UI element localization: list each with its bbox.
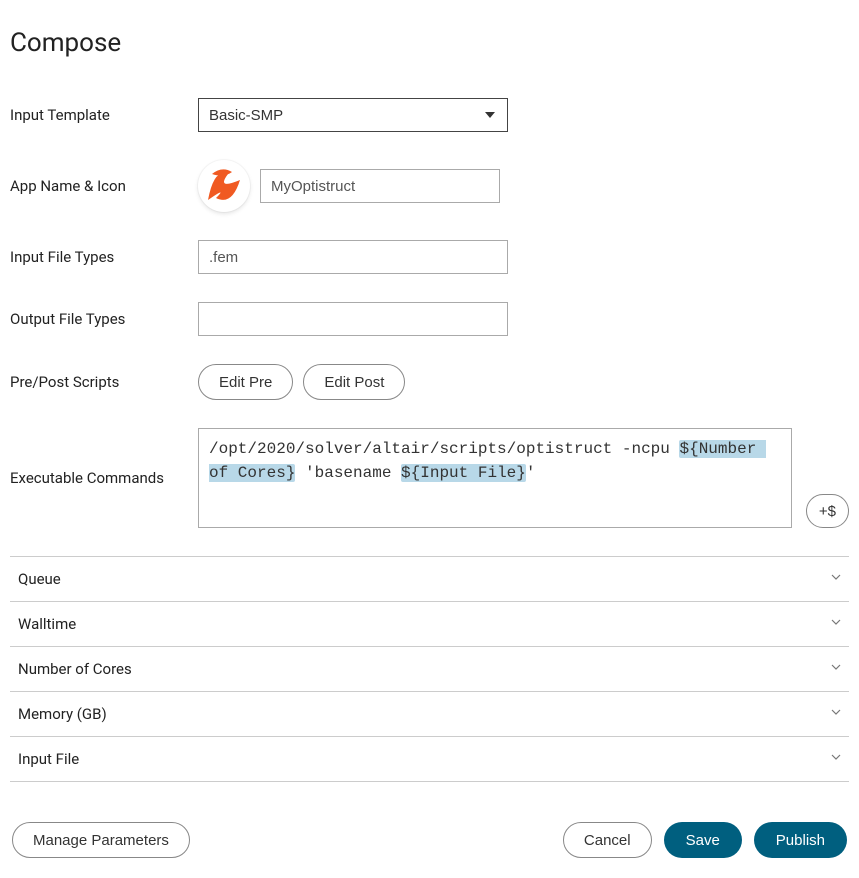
accordion-item-label: Walltime — [18, 615, 76, 633]
accordion-item[interactable]: Queue — [10, 557, 849, 602]
prepost-label: Pre/Post Scripts — [10, 373, 198, 391]
accordion-item[interactable]: Walltime — [10, 602, 849, 647]
save-button[interactable]: Save — [664, 822, 742, 858]
edit-post-button[interactable]: Edit Post — [303, 364, 405, 400]
output-file-types-label: Output File Types — [10, 310, 198, 328]
app-name-input[interactable] — [260, 169, 500, 203]
add-placeholder-button[interactable]: +$ — [806, 494, 849, 528]
command-text: ' — [526, 464, 536, 482]
chevron-down-icon — [831, 709, 841, 719]
page-title: Compose — [10, 28, 849, 58]
accordion-item[interactable]: Memory (GB) — [10, 692, 849, 737]
exec-commands-input[interactable]: /opt/2020/solver/altair/scripts/optistru… — [198, 428, 792, 528]
accordion-item-label: Input File — [18, 750, 79, 768]
parameters-accordion: Queue Walltime Number of Cores Memory (GB) I… — [10, 556, 849, 782]
chevron-down-icon — [831, 754, 841, 764]
cancel-button[interactable]: Cancel — [563, 822, 652, 858]
edit-pre-button[interactable]: Edit Pre — [198, 364, 293, 400]
command-text: /opt/2020/solver/altair/scripts/optistru… — [209, 440, 679, 458]
command-text: 'basename — [295, 464, 401, 482]
accordion-item-label: Number of Cores — [18, 660, 132, 678]
exec-commands-label: Executable Commands — [10, 469, 184, 487]
output-file-types-input[interactable] — [198, 302, 508, 336]
chevron-down-icon — [831, 619, 841, 629]
input-file-types-label: Input File Types — [10, 248, 198, 266]
input-file-types-input[interactable] — [198, 240, 508, 274]
app-icon — [198, 160, 250, 212]
accordion-item-label: Queue — [18, 570, 61, 588]
chevron-down-icon — [831, 574, 841, 584]
manage-parameters-button[interactable]: Manage Parameters — [12, 822, 190, 858]
chevron-down-icon — [831, 664, 841, 674]
accordion-item-label: Memory (GB) — [18, 705, 107, 723]
publish-button[interactable]: Publish — [754, 822, 847, 858]
input-template-label: Input Template — [10, 106, 198, 124]
command-placeholder-token: ${Input File} — [401, 464, 526, 482]
accordion-item[interactable]: Input File — [10, 737, 849, 782]
app-name-icon-label: App Name & Icon — [10, 177, 198, 195]
input-template-select[interactable]: Basic-SMP — [198, 98, 508, 132]
accordion-item[interactable]: Number of Cores — [10, 647, 849, 692]
